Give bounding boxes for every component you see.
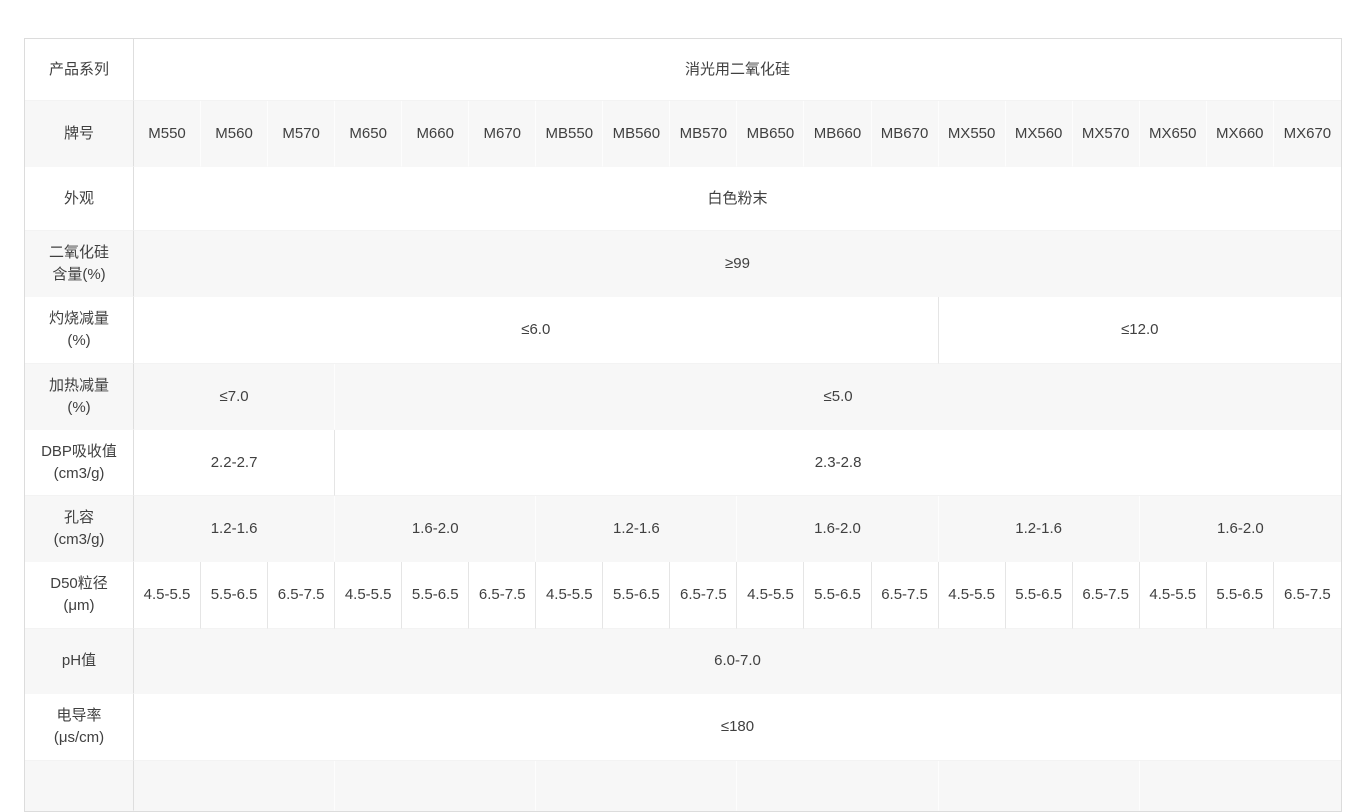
table-row-grade: 牌号M550M560M570M650M660M670MB550MB560MB57… [25,101,1341,167]
table-cell: M670 [469,101,536,167]
table-row-loss-on-ignition: 灼烧减量(%)≤6.0≤12.0 [25,297,1341,364]
table-cell: 1.6-2.0 [737,496,938,562]
table-cell: 5.5-6.5 [402,562,469,629]
table-row-partial-bottom-row [25,761,1341,811]
row-header-dbp-absorption: DBP吸收值(cm3/g) [25,430,134,496]
table-cell: 5.5-6.5 [603,562,670,629]
product-spec-table: 产品系列消光用二氧化硅牌号M550M560M570M650M660M670MB5… [24,38,1342,812]
product-spec-table-container: 产品系列消光用二氧化硅牌号M550M560M570M650M660M670MB5… [24,38,1342,812]
table-cell: 1.6-2.0 [335,496,536,562]
row-header-appearance: 外观 [25,167,134,231]
table-cell: M550 [134,101,201,167]
table-cell: 4.5-5.5 [939,562,1006,629]
table-cell: 6.5-7.5 [1274,562,1341,629]
table-cell: 4.5-5.5 [536,562,603,629]
table-cell: MX650 [1140,101,1207,167]
table-cell: ≥99 [134,231,1341,297]
table-row-product-series: 产品系列消光用二氧化硅 [25,39,1341,101]
table-cell: MB570 [670,101,737,167]
table-cell: ≤5.0 [335,364,1341,430]
row-header-product-series: 产品系列 [25,39,134,101]
table-cell: M660 [402,101,469,167]
row-header-loss-on-ignition: 灼烧减量(%) [25,297,134,364]
table-cell [939,761,1140,811]
table-cell: MX660 [1207,101,1274,167]
table-cell: 6.5-7.5 [268,562,335,629]
table-cell: 2.2-2.7 [134,430,335,496]
table-cell: ≤6.0 [134,297,939,364]
table-cell: 1.2-1.6 [134,496,335,562]
table-cell: M570 [268,101,335,167]
table-cell: 1.2-1.6 [939,496,1140,562]
table-row-pore-volume: 孔容(cm3/g)1.2-1.61.6-2.01.2-1.61.6-2.01.2… [25,496,1341,562]
table-cell: MX670 [1274,101,1341,167]
table-row-appearance: 外观白色粉末 [25,167,1341,231]
table-cell: 5.5-6.5 [1006,562,1073,629]
row-header-d50-particle-size: D50粒径(μm) [25,562,134,629]
table-cell [536,761,737,811]
table-cell: 4.5-5.5 [134,562,201,629]
table-cell: M650 [335,101,402,167]
table-cell: 4.5-5.5 [1140,562,1207,629]
row-header-partial-bottom-row [25,761,134,811]
table-cell: 6.5-7.5 [1073,562,1140,629]
table-cell: 5.5-6.5 [201,562,268,629]
table-cell: ≤12.0 [939,297,1341,364]
table-cell: 2.3-2.8 [335,430,1341,496]
table-cell: ≤7.0 [134,364,335,430]
table-row-loss-on-heating: 加热减量(%)≤7.0≤5.0 [25,364,1341,430]
table-cell [335,761,536,811]
row-header-loss-on-heating: 加热减量(%) [25,364,134,430]
table-cell: MB670 [872,101,939,167]
table-cell [1140,761,1341,811]
table-cell: MX550 [939,101,1006,167]
table-cell: 6.0-7.0 [134,629,1341,694]
table-cell: MB650 [737,101,804,167]
table-cell: 6.5-7.5 [872,562,939,629]
table-row-dbp-absorption: DBP吸收值(cm3/g)2.2-2.72.3-2.8 [25,430,1341,496]
row-header-grade: 牌号 [25,101,134,167]
table-cell: MX560 [1006,101,1073,167]
table-cell: 4.5-5.5 [335,562,402,629]
table-row-conductivity: 电导率(μs/cm)≤180 [25,694,1341,761]
table-cell: 消光用二氧化硅 [134,39,1341,101]
table-cell: ≤180 [134,694,1341,761]
table-cell: 5.5-6.5 [804,562,871,629]
table-cell: 5.5-6.5 [1207,562,1274,629]
table-row-ph-value: pH值6.0-7.0 [25,629,1341,694]
table-cell: M560 [201,101,268,167]
table-cell [134,761,335,811]
row-header-silica-content: 二氧化硅含量(%) [25,231,134,297]
table-cell: MX570 [1073,101,1140,167]
table-cell: 4.5-5.5 [737,562,804,629]
table-cell: MB560 [603,101,670,167]
table-cell: 白色粉末 [134,167,1341,231]
table-cell: 6.5-7.5 [469,562,536,629]
row-header-conductivity: 电导率(μs/cm) [25,694,134,761]
table-cell [737,761,938,811]
row-header-pore-volume: 孔容(cm3/g) [25,496,134,562]
row-header-ph-value: pH值 [25,629,134,694]
table-cell: MB550 [536,101,603,167]
table-cell: 1.6-2.0 [1140,496,1341,562]
table-row-silica-content: 二氧化硅含量(%)≥99 [25,231,1341,297]
table-row-d50-particle-size: D50粒径(μm)4.5-5.55.5-6.56.5-7.54.5-5.55.5… [25,562,1341,629]
table-cell: MB660 [804,101,871,167]
table-cell: 6.5-7.5 [670,562,737,629]
table-cell: 1.2-1.6 [536,496,737,562]
